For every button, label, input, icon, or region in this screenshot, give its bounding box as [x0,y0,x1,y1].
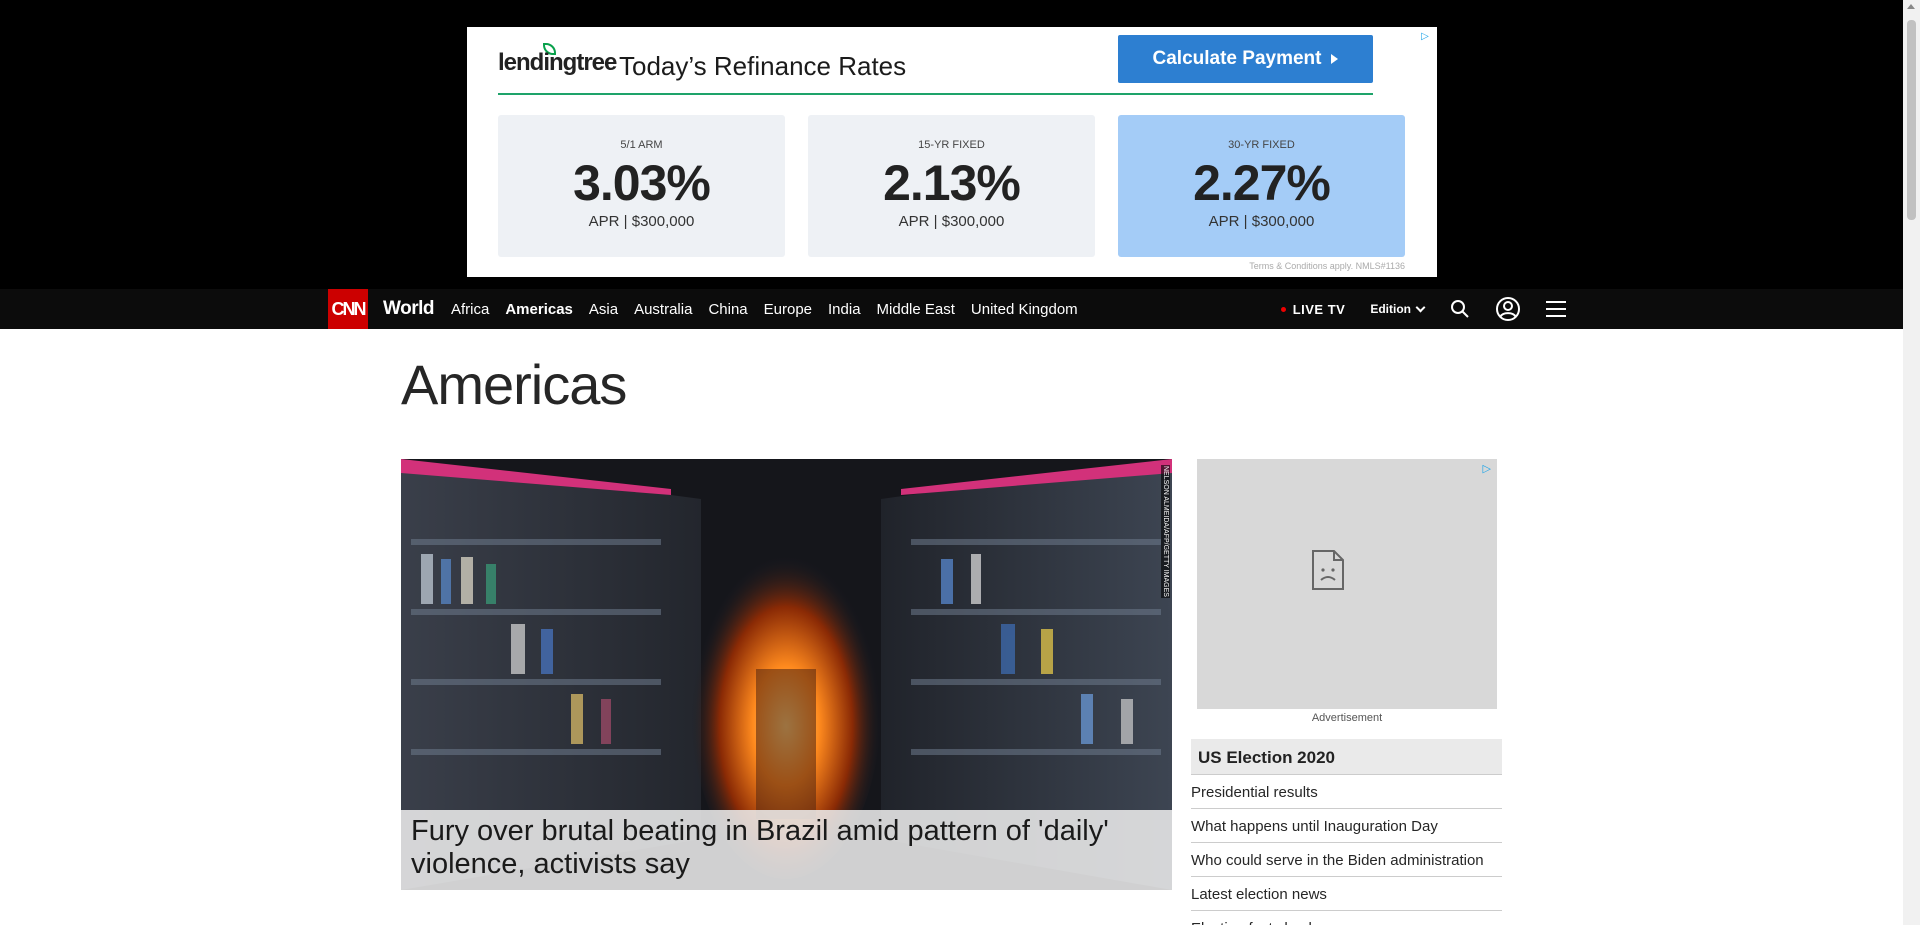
adchoices-icon[interactable]: ▷ [1483,462,1491,475]
cnn-logo[interactable]: CNN [328,289,368,329]
hero-caption: Fury over brutal beating in Brazil amid … [401,810,1172,890]
nav-link-europe[interactable]: Europe [764,301,812,318]
play-arrow-icon [1331,54,1339,64]
ad-terms: Terms & Conditions apply. NMLS#1136 [1249,261,1405,271]
nav-link-americas[interactable]: Americas [505,301,573,318]
top-nav: CNN World Africa Americas Asia Australia… [0,289,1903,329]
nav-right: LIVE TV Edition [1280,289,1570,329]
rate-card-15yr[interactable]: 15-YR FIXED 2.13% APR | $300,000 [808,115,1095,257]
election-link[interactable]: What happens until Inauguration Day [1191,809,1502,843]
page: ▷ lendingtree Today’s Refinance Rates Ca… [0,0,1920,925]
hero-story[interactable]: NELSON ALMEIDA/AFP/GETTY IMAGES Fury ove… [401,459,1172,890]
nav-link-china[interactable]: China [708,301,747,318]
rate-sub: APR | $300,000 [1208,213,1315,230]
live-dot-icon [1280,306,1286,312]
account-icon[interactable] [1494,295,1522,323]
calculate-payment-label: Calculate Payment [1152,48,1322,69]
rate-value: 2.13% [883,155,1021,211]
nav-link-india[interactable]: India [828,301,861,318]
advertisement-label: Advertisement [1311,712,1383,724]
rate-value: 2.27% [1193,155,1331,211]
edition-dropdown[interactable]: Edition [1370,302,1411,316]
page-title: Americas [401,353,627,416]
rate-sub: APR | $300,000 [898,213,1005,230]
live-tv-link[interactable]: LIVE TV [1293,302,1346,317]
calculate-payment-button[interactable]: Calculate Payment [1118,35,1373,83]
nav-section-world[interactable]: World [383,298,434,320]
rate-card-30yr[interactable]: 30-YR FIXED 2.27% APR | $300,000 [1118,115,1405,257]
election-link[interactable]: Presidential results [1191,775,1502,809]
adchoices-icon[interactable]: ▷ [1419,31,1431,43]
rate-label: 5/1 ARM [620,139,663,151]
nav-link-united-kingdom[interactable]: United Kingdom [971,301,1078,318]
sidebar-ad[interactable]: ▷ [1197,459,1497,709]
nav-link-africa[interactable]: Africa [451,301,489,318]
scroll-up-icon[interactable] [1907,4,1915,9]
broken-image-icon [1312,550,1344,590]
ad-title: Today’s Refinance Rates [619,51,907,81]
lendingtree-logo: lendingtree [498,49,617,76]
chevron-down-icon[interactable] [1415,302,1426,312]
election-heading[interactable]: US Election 2020 [1191,739,1502,775]
menu-icon[interactable] [1542,295,1570,323]
hero-headline[interactable]: Fury over brutal beating in Brazil amid … [411,815,1162,881]
election-link[interactable]: Latest election news [1191,877,1502,911]
ad-divider [498,93,1373,95]
election-link[interactable]: Election fact check [1191,911,1502,925]
rate-label: 30-YR FIXED [1228,139,1295,151]
search-icon[interactable] [1446,295,1474,323]
nav-links: Africa Americas Asia Australia China Eur… [451,301,1094,318]
lendingtree-ad[interactable]: ▷ lendingtree Today’s Refinance Rates Ca… [467,27,1437,277]
election-box: US Election 2020 Presidential results Wh… [1191,739,1502,925]
nav-link-middle-east[interactable]: Middle East [877,301,955,318]
rate-label: 15-YR FIXED [918,139,985,151]
rate-sub: APR | $300,000 [588,213,695,230]
rate-value: 3.03% [573,155,711,211]
election-link[interactable]: Who could serve in the Biden administrat… [1191,843,1502,877]
photo-credit: NELSON ALMEIDA/AFP/GETTY IMAGES [1161,465,1170,598]
nav-link-asia[interactable]: Asia [589,301,618,318]
ad-banner-area: ▷ lendingtree Today’s Refinance Rates Ca… [0,0,1903,289]
rate-card-arm[interactable]: 5/1 ARM 3.03% APR | $300,000 [498,115,785,257]
scrollbar-thumb[interactable] [1907,20,1916,220]
scrollbar[interactable] [1903,0,1920,925]
nav-link-australia[interactable]: Australia [634,301,692,318]
